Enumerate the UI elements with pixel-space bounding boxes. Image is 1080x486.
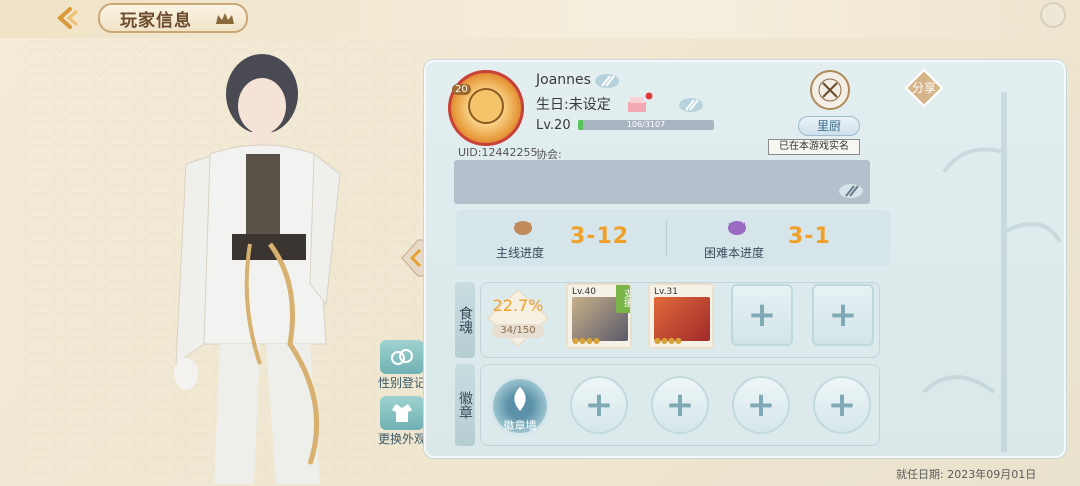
food-soul-card[interactable]: Lv.40 支援 ●●●● bbox=[566, 283, 632, 349]
plus-icon: + bbox=[665, 385, 695, 425]
plus-icon: + bbox=[828, 295, 858, 335]
help-button[interactable] bbox=[1040, 2, 1066, 28]
player-name: Joannes bbox=[536, 72, 591, 88]
empty-badge-slot[interactable]: + bbox=[651, 376, 709, 434]
progress-divider bbox=[666, 220, 667, 256]
plus-icon: + bbox=[827, 385, 857, 425]
player-uid: UID:12442255 bbox=[458, 146, 538, 159]
change-outfit-label: 更换外观 bbox=[377, 432, 426, 446]
crown-icon bbox=[216, 13, 234, 24]
badge-wall-button[interactable]: 徽章墙 bbox=[490, 376, 550, 436]
character-figure bbox=[174, 54, 341, 484]
empty-badge-slot[interactable]: + bbox=[732, 376, 790, 434]
exp-text: 106/3107 bbox=[626, 120, 666, 129]
empty-soul-slot[interactable]: + bbox=[812, 284, 874, 346]
kitchen-icon bbox=[810, 70, 850, 110]
edit-icon bbox=[839, 184, 863, 198]
food-soul-art bbox=[654, 297, 710, 341]
gender-register-button[interactable]: 性别登记 bbox=[372, 340, 432, 390]
change-outfit-button[interactable]: 更换外观 bbox=[372, 396, 432, 446]
cake-icon bbox=[628, 92, 653, 112]
main-progress-label: 主线进度 bbox=[496, 246, 545, 260]
share-button[interactable]: 分享 bbox=[904, 68, 944, 108]
plus-icon: + bbox=[584, 385, 614, 425]
plus-icon: + bbox=[747, 295, 777, 335]
appointment-date: 就任日期: 2023年09月01日 bbox=[896, 468, 1037, 481]
edit-signature-button[interactable] bbox=[836, 180, 866, 202]
page-title: 玩家信息 bbox=[98, 3, 248, 33]
empty-badge-slot[interactable]: + bbox=[570, 376, 628, 434]
hard-progress-value: 3-1 bbox=[788, 224, 831, 249]
empty-badge-slot[interactable]: + bbox=[813, 376, 871, 434]
food-soul-percent: 22.7% bbox=[492, 296, 544, 315]
realname-badge: 已在本游戏实名 bbox=[768, 139, 860, 155]
food-soul-tab: 食魂 bbox=[455, 282, 475, 358]
back-arrow-icon bbox=[57, 7, 78, 29]
progress-row: 主线进度 3-12 困难本进度 3-1 bbox=[456, 210, 890, 266]
share-label: 分享 bbox=[912, 80, 936, 95]
main-story-cat-icon bbox=[512, 218, 534, 240]
player-avatar[interactable]: 20 bbox=[448, 70, 524, 146]
gender-register-label: 性别登记 bbox=[377, 376, 426, 390]
bamboo-decoration bbox=[922, 92, 1062, 452]
gender-icon bbox=[380, 340, 424, 374]
exp-bar: 106/3107 bbox=[578, 120, 714, 130]
birthday-text: 生日:未设定 bbox=[536, 97, 611, 113]
hard-progress-label: 困难本进度 bbox=[704, 246, 765, 260]
food-soul-level: Lv.40 bbox=[572, 287, 596, 297]
food-soul-card[interactable]: Lv.31 ●●●● bbox=[648, 283, 714, 349]
birthday-cake-button[interactable] bbox=[624, 92, 654, 118]
badge-tab: 徽章 bbox=[455, 364, 475, 446]
assist-badge: 支援 bbox=[616, 285, 630, 313]
edit-name-button[interactable] bbox=[592, 70, 622, 92]
share-icon: 分享 bbox=[904, 68, 944, 108]
food-soul-count: 34/150 bbox=[492, 324, 544, 338]
empty-soul-slot[interactable]: + bbox=[731, 284, 793, 346]
player-level: Lv.20 bbox=[536, 118, 571, 133]
food-soul-level: Lv.31 bbox=[654, 287, 678, 297]
avatar-level: 20 bbox=[452, 84, 471, 95]
main-progress-value: 3-12 bbox=[570, 224, 630, 249]
avatar-face bbox=[468, 88, 504, 124]
badge-wall-label: 徽章墙 bbox=[503, 419, 537, 432]
outfit-icon bbox=[380, 396, 424, 430]
back-button[interactable] bbox=[46, 4, 86, 32]
rarity-stars: ●●●● bbox=[572, 336, 600, 345]
flame-icon bbox=[514, 387, 526, 411]
edit-icon bbox=[595, 74, 619, 88]
edit-icon bbox=[679, 98, 703, 112]
plus-icon: + bbox=[746, 385, 776, 425]
food-soul-collection[interactable]: 22.7% 34/150 bbox=[486, 288, 550, 348]
rarity-stars: ●●●● bbox=[654, 336, 682, 345]
signature-box[interactable] bbox=[454, 160, 870, 204]
kitchen-button[interactable]: 里厨 bbox=[798, 116, 860, 136]
hard-mode-cat-icon bbox=[726, 218, 748, 240]
edit-birthday-button[interactable] bbox=[676, 94, 706, 116]
